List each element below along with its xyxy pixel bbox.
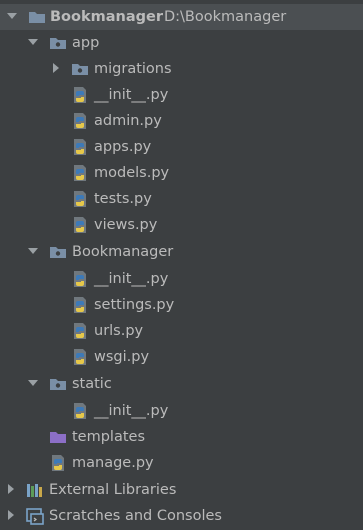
chevron-right-icon[interactable]	[4, 482, 18, 496]
package-folder-icon	[48, 374, 68, 394]
tree-row-settings[interactable]: settings.py	[0, 292, 363, 318]
tree-row-static-init[interactable]: __init__.py	[0, 398, 363, 424]
folder-label-bookmanager: Bookmanager	[72, 244, 174, 260]
python-file-icon	[70, 137, 90, 157]
package-folder-icon	[48, 242, 68, 262]
templates-folder-icon	[48, 427, 68, 447]
tree-row-wsgi[interactable]: wsgi.py	[0, 344, 363, 370]
python-file-icon	[70, 111, 90, 131]
chevron-right-icon[interactable]	[49, 61, 63, 75]
tree-row-bookmanager-init[interactable]: __init__.py	[0, 266, 363, 292]
file-label: urls.py	[94, 323, 144, 339]
tree-row-app-init[interactable]: __init__.py	[0, 82, 363, 108]
folder-label-static: static	[72, 376, 112, 392]
root-folder-path: D:\Bookmanager	[164, 9, 287, 25]
tree-row-templates[interactable]: templates	[0, 424, 363, 450]
python-file-icon	[70, 295, 90, 315]
python-file-icon	[70, 85, 90, 105]
tree-row-bookmanager-package[interactable]: Bookmanager	[0, 239, 363, 265]
python-file-icon	[70, 189, 90, 209]
file-label: settings.py	[94, 297, 175, 313]
tree-row-views[interactable]: views.py	[0, 212, 363, 238]
python-file-icon	[70, 401, 90, 421]
folder-icon	[27, 7, 47, 27]
python-file-icon	[70, 215, 90, 235]
tree-row-app[interactable]: app	[0, 30, 363, 56]
folder-label-app: app	[72, 35, 100, 51]
chevron-down-icon[interactable]	[26, 35, 40, 49]
tree-row-models[interactable]: models.py	[0, 160, 363, 186]
package-folder-icon	[70, 59, 90, 79]
file-label: __init__.py	[94, 87, 169, 103]
file-label: views.py	[94, 217, 158, 233]
file-label: __init__.py	[94, 271, 169, 287]
scratches-icon	[25, 506, 45, 526]
python-file-icon	[70, 269, 90, 289]
package-folder-icon	[48, 33, 68, 53]
python-file-icon	[70, 163, 90, 183]
python-file-icon	[70, 321, 90, 341]
python-file-icon	[70, 347, 90, 367]
tree-row-static[interactable]: static	[0, 371, 363, 397]
tree-row-apps[interactable]: apps.py	[0, 134, 363, 160]
chevron-down-icon[interactable]	[26, 376, 40, 390]
folder-label-templates: templates	[72, 429, 146, 445]
tree-row-tests[interactable]: tests.py	[0, 186, 363, 212]
chevron-right-icon[interactable]	[4, 508, 18, 522]
chevron-down-icon[interactable]	[26, 244, 40, 258]
chevron-down-icon[interactable]	[5, 9, 19, 23]
tree-row-root[interactable]: Bookmanager D:\Bookmanager	[0, 4, 363, 30]
root-folder-label: Bookmanager	[50, 9, 163, 25]
tree-row-admin[interactable]: admin.py	[0, 108, 363, 134]
tree-row-scratches[interactable]: Scratches and Consoles	[0, 503, 363, 529]
file-label: apps.py	[94, 139, 152, 155]
folder-label-migrations: migrations	[94, 61, 172, 77]
python-file-icon	[48, 453, 68, 473]
external-libraries-label: External Libraries	[49, 482, 177, 498]
file-label: __init__.py	[94, 403, 169, 419]
tree-row-external-libraries[interactable]: External Libraries	[0, 477, 363, 503]
project-tree: Bookmanager D:\Bookmanager app migration…	[0, 0, 363, 530]
tree-row-manage[interactable]: manage.py	[0, 450, 363, 476]
libraries-icon	[25, 480, 45, 500]
file-label: wsgi.py	[94, 349, 150, 365]
file-label: admin.py	[94, 113, 162, 129]
file-label: tests.py	[94, 191, 152, 207]
file-label: models.py	[94, 165, 170, 181]
scratches-label: Scratches and Consoles	[49, 508, 222, 524]
tree-row-urls[interactable]: urls.py	[0, 318, 363, 344]
tree-row-migrations[interactable]: migrations	[0, 56, 363, 82]
file-label: manage.py	[72, 455, 154, 471]
